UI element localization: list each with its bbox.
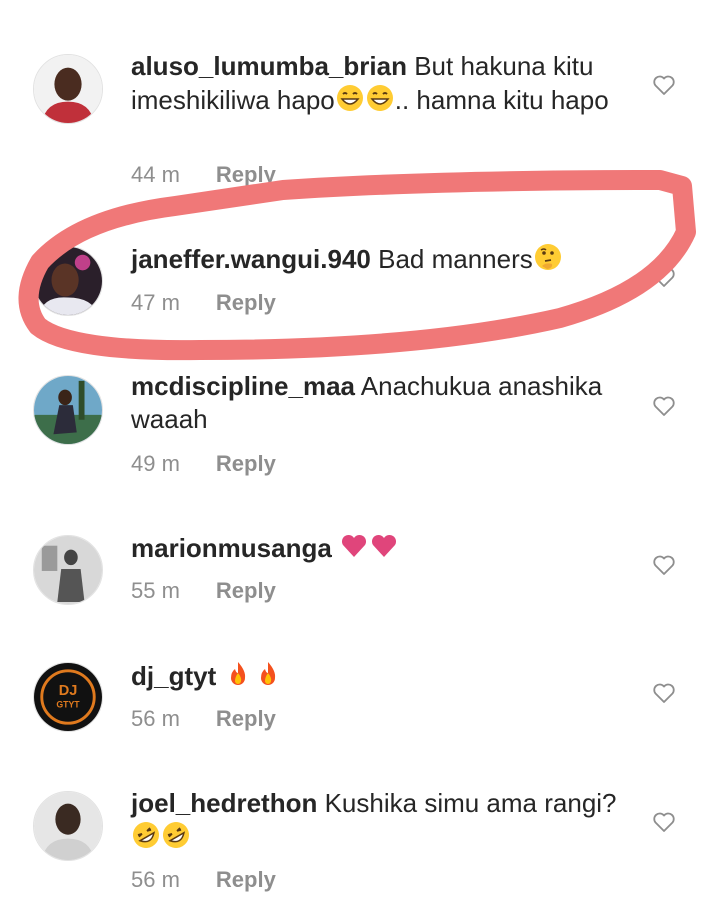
comment-meta: 55 m Reply [131, 578, 276, 604]
avatar-image: DJ GTYT [34, 663, 102, 731]
avatar-image [34, 376, 102, 444]
comment-username[interactable]: janeffer.wangui.940 [131, 244, 371, 274]
comment-time: 47 m [131, 290, 180, 315]
comment-text: dj_gtyt [131, 659, 631, 697]
heart-outline-icon[interactable] [652, 395, 676, 417]
comment-username[interactable]: aluso_lumumba_brian [131, 51, 407, 81]
heart-outline-icon[interactable] [652, 811, 676, 833]
avatar[interactable] [33, 791, 103, 861]
avatar[interactable] [33, 54, 103, 124]
comment-meta: 56 m Reply [131, 867, 276, 893]
grinning-face-emoji-icon [365, 83, 395, 121]
fire-emoji-icon [253, 659, 283, 697]
reply-button[interactable]: Reply [216, 290, 276, 315]
comment-time: 55 m [131, 578, 180, 603]
avatar-image [34, 55, 102, 123]
reply-button[interactable]: Reply [216, 706, 276, 731]
rolling-on-floor-laughing-emoji-icon [161, 820, 191, 858]
comment-text: joel_hedrethon Kushika simu ama rangi? [131, 787, 631, 858]
comment-username[interactable]: mcdiscipline_maa [131, 371, 355, 401]
comment-username[interactable]: marionmusanga [131, 533, 332, 563]
comment-meta: 47 m Reply [131, 290, 276, 316]
comment-meta: 56 m Reply [131, 706, 276, 732]
avatar[interactable] [33, 535, 103, 605]
heart-suit-emoji-icon [369, 531, 399, 569]
comment-username[interactable]: dj_gtyt [131, 661, 216, 691]
comment-time: 56 m [131, 867, 180, 892]
avatar[interactable] [33, 246, 103, 316]
comment-text: aluso_lumumba_brian But hakuna kitu imes… [131, 50, 631, 121]
rolling-on-floor-laughing-emoji-icon [131, 820, 161, 858]
heart-outline-icon[interactable] [652, 266, 676, 288]
comment-time: 49 m [131, 451, 180, 476]
reply-button[interactable]: Reply [216, 162, 276, 187]
comment-text: mcdiscipline_maa Anachukua anashika waaa… [131, 370, 631, 436]
grinning-face-emoji-icon [335, 83, 365, 121]
avatar-image [34, 536, 102, 604]
heart-outline-icon[interactable] [652, 554, 676, 576]
dj-logo-subtext: GTYT [56, 700, 80, 710]
thinking-face-emoji-icon [533, 242, 563, 280]
reply-button[interactable]: Reply [216, 451, 276, 476]
highlight-scribble [18, 170, 696, 361]
comment-meta: 49 m Reply [131, 451, 276, 477]
comment-username[interactable]: joel_hedrethon [131, 788, 317, 818]
heart-outline-icon[interactable] [652, 74, 676, 96]
avatar[interactable] [33, 375, 103, 445]
reply-button[interactable]: Reply [216, 578, 276, 603]
comment-time: 56 m [131, 706, 180, 731]
avatar[interactable]: DJ GTYT [33, 662, 103, 732]
comment-body-continued: .. hamna kitu hapo [394, 85, 609, 115]
comment-meta: 44 m Reply [131, 162, 276, 188]
heart-outline-icon[interactable] [652, 682, 676, 704]
comment-text: janeffer.wangui.940 Bad manners [131, 242, 631, 280]
avatar-image [34, 247, 102, 315]
reply-button[interactable]: Reply [216, 867, 276, 892]
comment-body: Kushika simu ama rangi? [324, 788, 617, 818]
comment-text: marionmusanga [131, 531, 631, 569]
comment-time: 44 m [131, 162, 180, 187]
avatar-image [34, 792, 102, 860]
heart-suit-emoji-icon [339, 531, 369, 569]
comment-body: Bad manners [378, 244, 533, 274]
fire-emoji-icon [223, 659, 253, 697]
dj-logo-text: DJ [59, 683, 78, 699]
